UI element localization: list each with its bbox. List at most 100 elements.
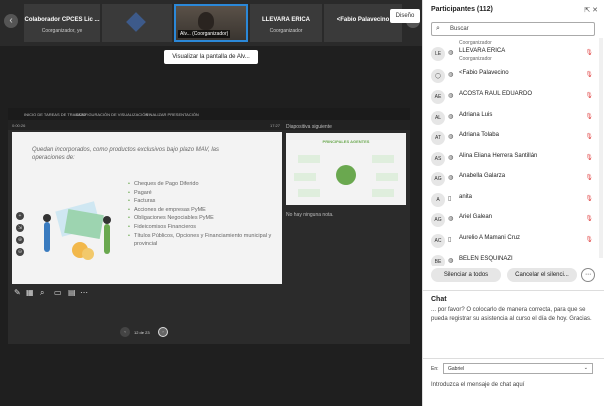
page-indicator: 12 de 23 [134, 330, 150, 335]
timer-right: 17:27 [270, 123, 281, 128]
tile-label: Alv... (Coorganizador) [178, 30, 231, 38]
device-icon: ◍ [448, 258, 454, 264]
zoom-in-icon[interactable]: ⊕ [16, 236, 24, 244]
bullet-item: Facturas [128, 197, 278, 206]
panel-header-icons: ⇱ ✕ [584, 6, 598, 14]
search-icon: ⌕ [436, 25, 440, 32]
muted-mic-icon[interactable]: 🎙 [585, 215, 593, 222]
more-options-icon[interactable]: ⋯ [80, 288, 88, 297]
device-icon: ▯ [448, 196, 452, 202]
zoom-out-icon[interactable]: ⊖ [16, 248, 24, 256]
recipient-value: Gabriel [448, 366, 465, 372]
pointer-tool-icon[interactable]: ⇲ [16, 224, 24, 232]
tab-display[interactable]: CONFIGURACIÓN DE VISUALIZACIÓN [76, 112, 148, 117]
prev-icon[interactable]: ‹ [4, 14, 18, 28]
presentation-view: INICIO DE TAREAS DE TRABAJO CONFIGURACIÓ… [8, 108, 410, 344]
device-icon: ◍ [448, 50, 454, 56]
zoom-tool-icon[interactable]: + [16, 212, 24, 220]
muted-mic-icon[interactable]: 🎙 [585, 113, 593, 120]
muted-mic-icon[interactable]: 🎙 [585, 195, 593, 202]
next-slide-thumbnail[interactable]: PRINCIPALES AGENTES [286, 133, 406, 205]
device-icon: ◍ [448, 216, 454, 222]
bullet-item: Fideicomisos Financieros [128, 223, 278, 232]
chat-recipient-select[interactable]: Gabriel ⌄ [443, 363, 593, 374]
search-input[interactable]: ⌕ Buscar [431, 22, 595, 36]
close-icon[interactable]: ✕ [592, 7, 598, 14]
chat-to-label: En: [431, 366, 439, 372]
participant-row[interactable]: AS ◍ Alina Eliana Herrera Santillán 🎙 [423, 149, 601, 169]
avatar: ◯ [431, 69, 445, 83]
participant-tile-active[interactable]: Alv... (Coorganizador) [174, 4, 248, 42]
participant-scrollbar[interactable] [599, 38, 603, 258]
presenter-tabbar: INICIO DE TAREAS DE TRABAJO CONFIGURACIÓ… [8, 108, 410, 120]
slides-icon[interactable]: ▦ [26, 288, 34, 297]
participant-tile[interactable]: Colaborador CPCES Lic ... Coorganizador,… [24, 4, 100, 42]
device-icon: ◍ [448, 72, 454, 78]
more-options-icon[interactable]: ⋯ [581, 268, 595, 282]
slide-bullets: Cheques de Pago Diferido Pagaré Facturas… [128, 180, 278, 249]
participant-strip: ‹ Colaborador CPCES Lic ... Coorganizado… [0, 0, 422, 46]
monitor-icon[interactable]: ▭ [54, 288, 62, 297]
device-icon: ◍ [448, 155, 454, 161]
search-placeholder: Buscar [450, 26, 469, 32]
bullet-item: Obligaciones Negociables PyME [128, 214, 278, 223]
slide-intro: Quedan incorporados, como productos excl… [32, 147, 219, 161]
divider [423, 290, 604, 291]
participant-row[interactable]: AT ◍ Adriana Tolaba 🎙 [423, 128, 601, 148]
muted-mic-icon[interactable]: 🎙 [585, 174, 593, 181]
participant-tile[interactable] [102, 4, 172, 42]
participant-row[interactable]: AC ▯ Aurelio A Mamani Cruz 🎙 [423, 231, 601, 251]
mute-all-button[interactable]: Silenciar a todos [431, 268, 501, 282]
chevron-down-icon: ⌄ [583, 365, 588, 371]
timer-left: 0:00:26 [12, 123, 26, 128]
tile-sub: Coorganizador, ye [41, 28, 83, 34]
muted-mic-icon[interactable]: 🎙 [585, 133, 593, 140]
device-icon: ◍ [448, 175, 454, 181]
next-slide-icon[interactable]: › [158, 327, 168, 337]
participant-row[interactable]: A ▯ anita 🎙 [423, 190, 601, 210]
tile-name: LLEVARA ERICA [262, 17, 310, 23]
slide-side-tools: + ⇲ ⊕ ⊖ [16, 212, 24, 260]
logo-icon [126, 12, 146, 32]
magnifier-icon[interactable]: ⌕ [40, 288, 44, 298]
cancel-mute-button[interactable]: Cancelar el silenci... [507, 268, 577, 282]
current-slide: Quedan incorporados, como productos excl… [12, 132, 282, 284]
popout-icon[interactable]: ⇱ [584, 7, 590, 14]
muted-mic-icon[interactable]: 🎙 [585, 236, 593, 243]
diagram-thumbnail-icon [294, 155, 398, 197]
participant-row[interactable]: LE ◍ LLEVARA ERICA Coorganizador 🎙 [423, 44, 601, 64]
bullet-item: Títulos Públicos, Opciones y Financiamie… [128, 232, 278, 249]
bullet-item: Cheques de Pago Diferido [128, 180, 278, 189]
subtitles-icon[interactable]: ▤ [68, 288, 76, 297]
design-button[interactable]: Diseño [390, 9, 420, 23]
slide-pager: ‹ 12 de 23 › [120, 326, 170, 338]
chat-message: ... por favor? O colocarlo de manera cor… [431, 307, 592, 322]
pen-icon[interactable]: ✎ [14, 288, 21, 297]
participant-list: Coorganizador LE ◍ LLEVARA ERICA Coorganiza… [423, 38, 601, 266]
tile-name: Colaborador CPCES Lic ... [24, 17, 100, 23]
participant-row[interactable]: ◯ ◍ <Fabio Palavecino 🎙 [423, 66, 601, 86]
muted-mic-icon[interactable]: 🎙 [585, 49, 593, 56]
participant-row[interactable]: BE ◍ BELEN ESQUINAZI [423, 252, 601, 266]
participant-row[interactable]: AL ◍ Adriana Luis 🎙 [423, 108, 601, 128]
device-icon: ◍ [448, 134, 454, 140]
muted-mic-icon[interactable]: 🎙 [585, 92, 593, 99]
tab-end[interactable]: FINALIZAR PRESENTACIÓN [146, 112, 199, 117]
participants-title: Participantes (112) [431, 6, 493, 13]
bullet-item: Acciones de empresas PyME [128, 206, 278, 215]
muted-mic-icon[interactable]: 🎙 [585, 71, 593, 78]
chat-title: Chat [431, 296, 447, 303]
divider [423, 358, 604, 359]
chat-input[interactable]: Introduzca el mensaje de chat aquí [431, 382, 524, 388]
share-view-label[interactable]: Visualizar la pantalla de Alv... [164, 50, 258, 64]
prev-slide-icon[interactable]: ‹ [120, 327, 130, 337]
participant-row[interactable]: AG ◍ Anabella Galarza 🎙 [423, 169, 601, 189]
timer-bar: 0:00:26 17:27 [8, 120, 410, 130]
participant-row[interactable]: AG ◍ Ariel Galean 🎙 [423, 210, 601, 230]
notes-label: No hay ninguna nota. [286, 212, 334, 218]
participant-tile[interactable]: LLEVARA ERICA Coorganizador [250, 4, 322, 42]
device-icon: ◍ [448, 114, 454, 120]
device-icon: ▯ [448, 237, 452, 243]
muted-mic-icon[interactable]: 🎙 [585, 154, 593, 161]
participant-row[interactable]: AE ◍ ACOSTA RAUL EDUARDO 🎙 [423, 87, 601, 107]
